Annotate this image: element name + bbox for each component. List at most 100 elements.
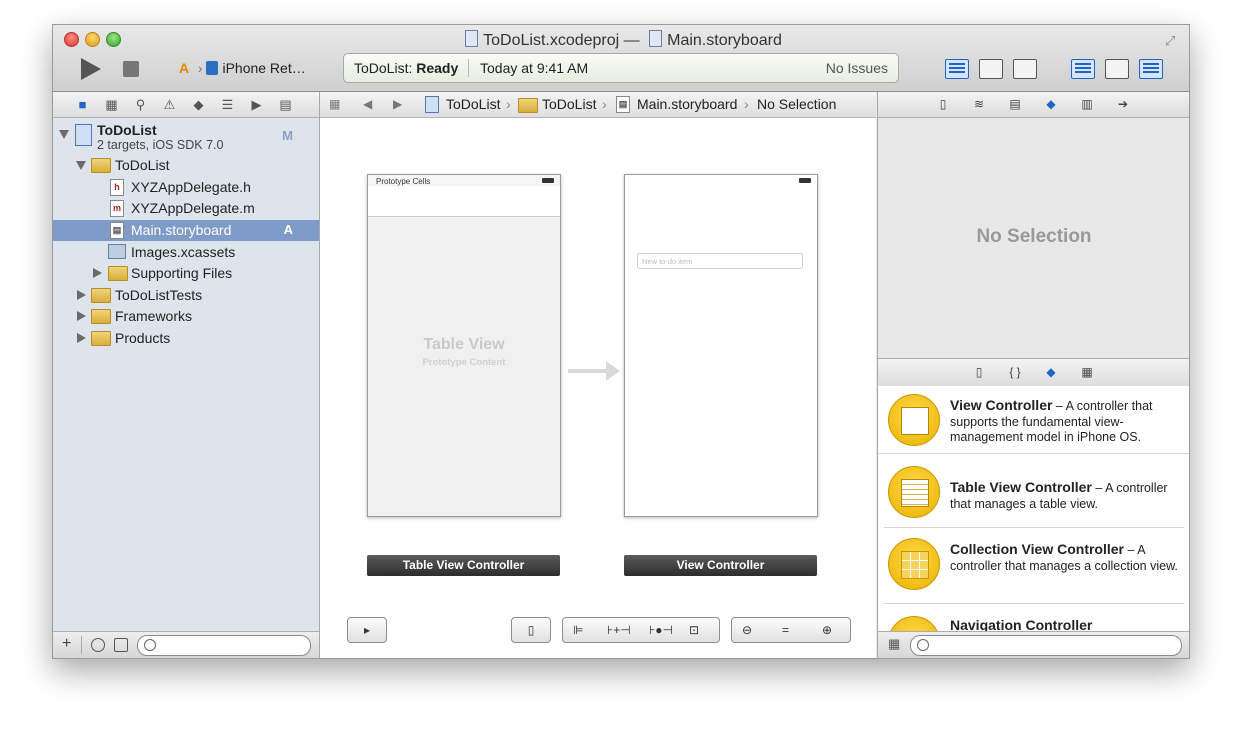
run-button[interactable] bbox=[81, 58, 101, 80]
scheme-selector[interactable]: A › iPhone Ret… bbox=[179, 60, 306, 76]
tree-row-project[interactable]: ToDoList 2 targets, iOS SDK 7.0 M bbox=[53, 120, 319, 152]
resize-icon[interactable]: ⊡ bbox=[689, 618, 699, 642]
forward-arrow-icon[interactable]: ▶ bbox=[393, 97, 402, 111]
library-item[interactable]: Navigation Controller bbox=[878, 608, 1189, 631]
debug-navigator-icon[interactable]: ☰ bbox=[220, 97, 235, 112]
pin-icon[interactable]: ⊦+⊣ bbox=[607, 618, 631, 642]
project-file-icon bbox=[465, 30, 479, 47]
object-library-icon[interactable]: ◆ bbox=[1044, 365, 1058, 379]
tree-row-group[interactable]: Frameworks bbox=[53, 306, 319, 327]
search-icon bbox=[144, 639, 156, 651]
size-inspector-icon[interactable]: ▥ bbox=[1080, 97, 1094, 111]
breadcrumb-selection[interactable]: No Selection bbox=[757, 96, 836, 112]
zoom-fit-icon[interactable]: = bbox=[782, 618, 789, 642]
disclosure-triangle-icon[interactable] bbox=[59, 130, 69, 139]
library-item[interactable]: Collection View Controller – A controlle… bbox=[884, 528, 1184, 604]
breadcrumb-project[interactable]: ToDoList bbox=[446, 96, 500, 112]
library-filter-input[interactable] bbox=[910, 635, 1182, 656]
table-view-controller-scene[interactable]: Prototype Cells Table View Prototype Con… bbox=[367, 174, 561, 517]
status-state: Ready bbox=[416, 60, 459, 76]
library-item[interactable]: Table View Controller – A controller tha… bbox=[884, 460, 1184, 528]
attributes-inspector-icon[interactable]: ◆ bbox=[1044, 97, 1058, 111]
tree-label: Main.storyboard bbox=[131, 222, 232, 238]
toggle-utilities-icon[interactable] bbox=[1139, 59, 1163, 79]
view-controller-label[interactable]: View Controller bbox=[624, 555, 817, 576]
media-library-icon[interactable]: ▦ bbox=[1080, 365, 1094, 379]
build-status: ToDoList: Ready bbox=[354, 60, 458, 76]
disclosure-triangle-icon[interactable] bbox=[77, 290, 86, 300]
tree-row-group[interactable]: Supporting Files bbox=[53, 263, 319, 284]
log-navigator-icon[interactable]: ▤ bbox=[278, 97, 293, 112]
zoom-controls[interactable]: ⊖ = ⊕ bbox=[731, 617, 851, 643]
activity-divider bbox=[468, 59, 469, 77]
source-control-badge: M bbox=[282, 128, 293, 143]
toggle-navigator-icon[interactable] bbox=[1071, 59, 1095, 79]
recent-files-icon[interactable] bbox=[91, 638, 105, 652]
library-item[interactable]: View Controller – A controller that supp… bbox=[878, 386, 1189, 454]
form-factor-toggle[interactable]: ▯ bbox=[511, 617, 551, 643]
tree-row-file-selected[interactable]: ▤ Main.storyboard A bbox=[53, 220, 319, 241]
zoom-out-icon[interactable]: ⊖ bbox=[742, 618, 752, 642]
breadcrumb-file[interactable]: Main.storyboard bbox=[637, 96, 737, 112]
code-snippet-library-icon[interactable]: { } bbox=[1008, 365, 1022, 379]
issues-label[interactable]: No Issues bbox=[826, 60, 888, 76]
align-icon[interactable]: ⊫ bbox=[573, 618, 583, 642]
breadcrumb-group[interactable]: ToDoList bbox=[542, 96, 596, 112]
table-view-controller-label[interactable]: Table View Controller bbox=[367, 555, 560, 576]
disclosure-triangle-icon[interactable] bbox=[93, 268, 102, 278]
resolve-icon[interactable]: ⊦●⊣ bbox=[649, 618, 673, 642]
assistant-editor-icon[interactable] bbox=[979, 59, 1003, 79]
toggle-debug-area-icon[interactable] bbox=[1105, 59, 1129, 79]
version-editor-icon[interactable] bbox=[1013, 59, 1037, 79]
disclosure-triangle-icon[interactable] bbox=[76, 161, 86, 170]
related-items-icon[interactable]: ▦ bbox=[329, 97, 340, 111]
test-navigator-icon[interactable]: ◆ bbox=[191, 97, 206, 112]
segue-arrow[interactable] bbox=[568, 369, 606, 373]
stop-button[interactable] bbox=[123, 61, 139, 77]
grid-view-icon[interactable]: ▦ bbox=[888, 636, 900, 652]
tree-row-file[interactable]: Images.xcassets bbox=[53, 242, 319, 263]
identity-inspector-icon[interactable]: ▤ bbox=[1008, 97, 1022, 111]
navigator-filter-input[interactable] bbox=[137, 635, 311, 656]
breakpoint-navigator-icon[interactable]: ▶ bbox=[249, 97, 264, 112]
view-controller-icon-inner bbox=[901, 407, 929, 435]
back-arrow-icon[interactable]: ◀ bbox=[363, 97, 372, 111]
tree-label: Supporting Files bbox=[131, 265, 233, 281]
symbol-navigator-icon[interactable]: ▦ bbox=[104, 97, 119, 112]
connections-inspector-icon[interactable]: ➔ bbox=[1116, 97, 1130, 111]
tree-row-file[interactable]: m XYZAppDelegate.m bbox=[53, 198, 319, 219]
standard-editor-icon[interactable] bbox=[945, 59, 969, 79]
prototype-cell[interactable] bbox=[368, 186, 560, 217]
title-file: Main.storyboard bbox=[667, 32, 782, 49]
tree-row-group[interactable]: Products bbox=[53, 328, 319, 349]
add-file-icon[interactable]: + bbox=[62, 635, 71, 653]
view-controller-icon bbox=[888, 394, 940, 446]
folder-navigator-icon[interactable]: ■ bbox=[75, 97, 90, 112]
autolayout-controls[interactable]: ⊫ ⊦+⊣ ⊦●⊣ ⊡ bbox=[562, 617, 720, 643]
device-size-icon: ▯ bbox=[527, 623, 535, 637]
fullscreen-icon[interactable]: ⤢ bbox=[1165, 33, 1179, 48]
folder-icon bbox=[91, 331, 111, 346]
chevron-right-icon: › bbox=[602, 96, 607, 112]
file-template-library-icon[interactable]: ▯ bbox=[972, 365, 986, 379]
zoom-in-icon[interactable]: ⊕ bbox=[822, 618, 832, 642]
document-outline-toggle[interactable]: ▸ bbox=[347, 617, 387, 643]
source-control-filter-icon[interactable] bbox=[114, 638, 128, 652]
tree-row-file[interactable]: h XYZAppDelegate.h bbox=[53, 177, 319, 198]
file-inspector-icon[interactable]: ▯ bbox=[936, 97, 950, 111]
disclosure-triangle-icon[interactable] bbox=[77, 333, 86, 343]
tree-row-group-todolist[interactable]: ToDoList bbox=[53, 155, 319, 176]
tree-label: ToDoList bbox=[115, 157, 170, 173]
search-navigator-icon[interactable]: ⚲ bbox=[133, 97, 148, 112]
storyboard-icon: ▤ bbox=[110, 222, 124, 239]
new-item-text-field[interactable]: New to-do item bbox=[637, 253, 803, 269]
view-controller-scene[interactable]: New to-do item bbox=[624, 174, 818, 517]
issue-navigator-icon[interactable]: ⚠ bbox=[162, 97, 177, 112]
quick-help-icon[interactable]: ≋ bbox=[972, 97, 986, 111]
disclosure-triangle-icon[interactable] bbox=[77, 311, 86, 321]
library-item-text: Collection View Controller – A controlle… bbox=[950, 541, 1184, 574]
tree-row-group[interactable]: ToDoListTests bbox=[53, 285, 319, 306]
project-icon bbox=[425, 96, 439, 113]
folder-icon bbox=[91, 158, 111, 173]
storyboard-canvas[interactable]: Prototype Cells Table View Prototype Con… bbox=[320, 118, 876, 658]
